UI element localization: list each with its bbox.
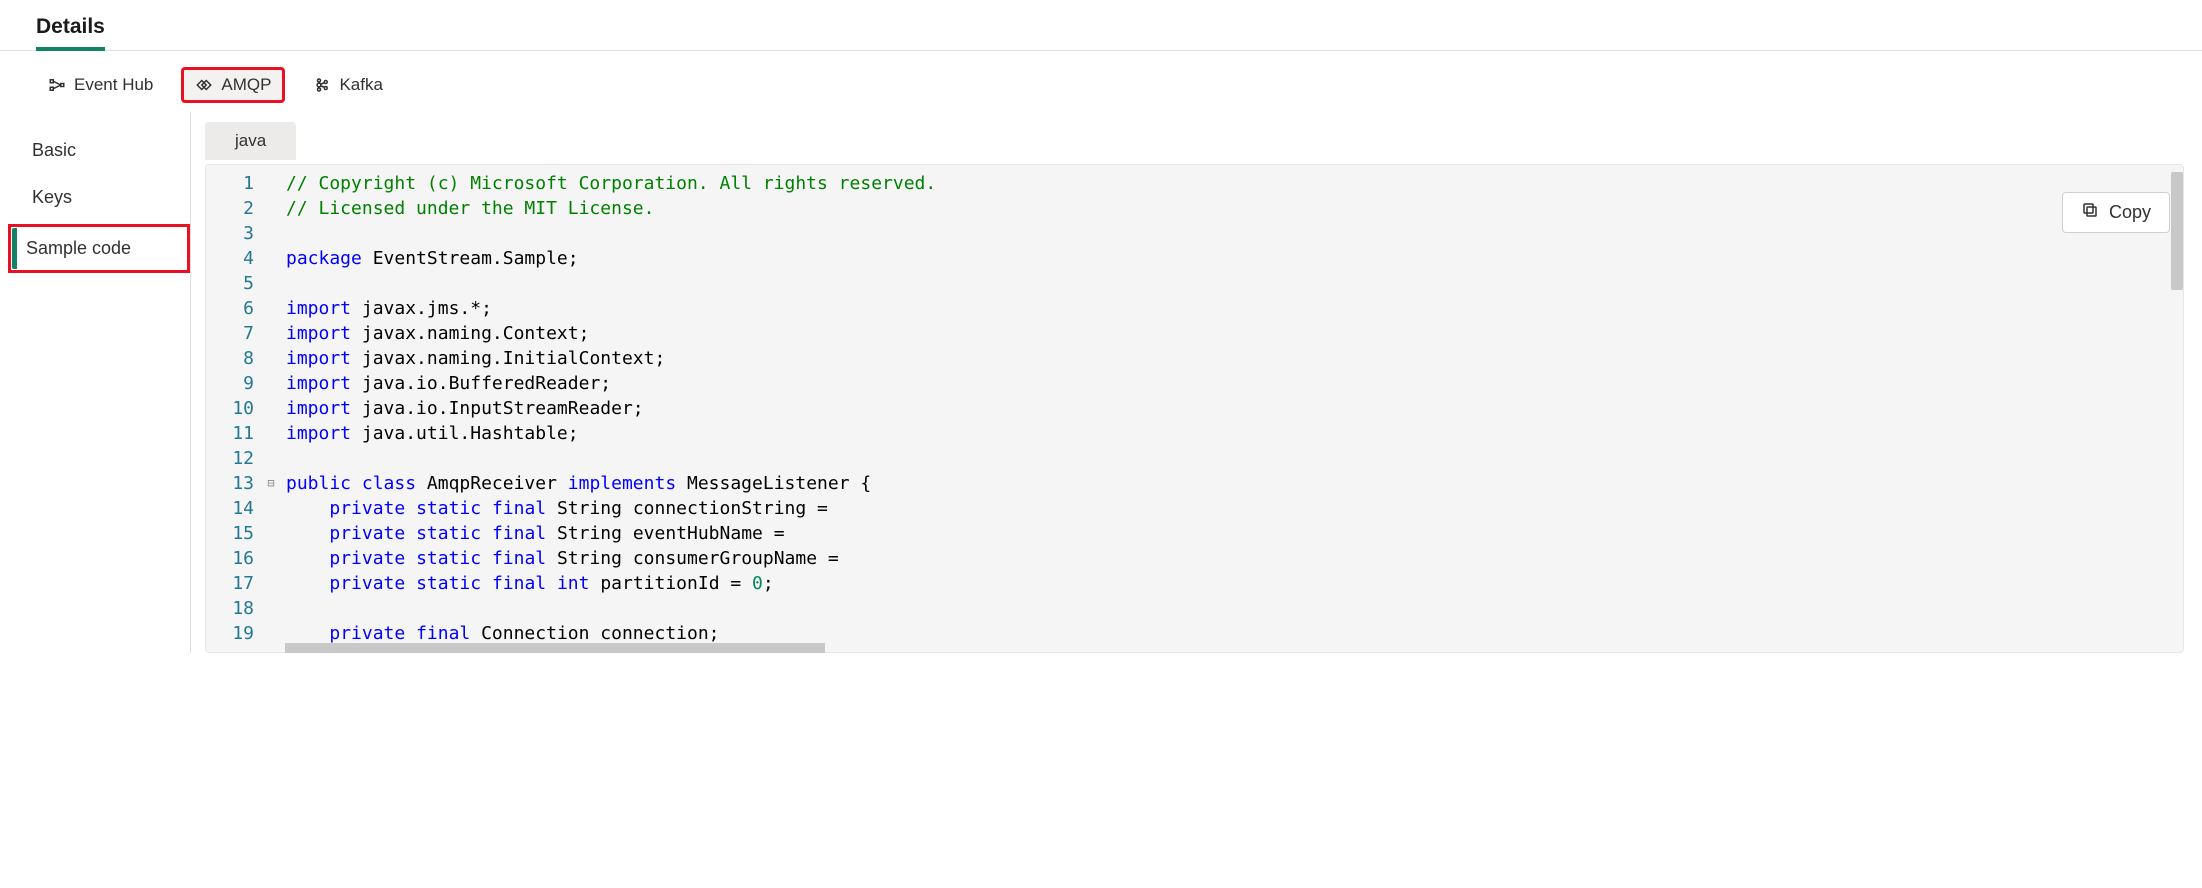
code-line <box>286 271 2183 296</box>
sidebar-item-keys[interactable]: Keys <box>18 177 180 218</box>
vertical-scrollbar-thumb[interactable] <box>2171 172 2183 290</box>
code-line <box>286 596 2183 621</box>
sidebar-item-sample[interactable]: Sample code <box>12 228 186 269</box>
line-number: 12 <box>206 446 254 471</box>
line-number: 6 <box>206 296 254 321</box>
line-number: 2 <box>206 196 254 221</box>
line-number: 13 <box>206 471 254 496</box>
line-number: 14 <box>206 496 254 521</box>
protocol-tab-label: AMQP <box>221 75 271 95</box>
main-content: java Copy 12345678910111213141516171819 … <box>190 112 2202 653</box>
fold-indicator <box>262 621 280 646</box>
code-line: private static final String eventHubName… <box>286 521 2183 546</box>
line-number: 11 <box>206 421 254 446</box>
fold-indicator <box>262 546 280 571</box>
fold-indicator <box>262 221 280 246</box>
fold-indicator <box>262 246 280 271</box>
horizontal-scrollbar-track[interactable] <box>285 643 825 653</box>
code-line: private static final String connectionSt… <box>286 496 2183 521</box>
protocol-tab-label: Kafka <box>339 75 382 95</box>
code-editor[interactable]: 12345678910111213141516171819 ⊟ // Copyr… <box>205 164 2184 653</box>
line-number: 19 <box>206 621 254 646</box>
fold-gutter: ⊟ <box>262 165 280 652</box>
fold-indicator <box>262 521 280 546</box>
line-number: 9 <box>206 371 254 396</box>
copy-button[interactable]: Copy <box>2062 192 2170 233</box>
code-line <box>286 221 2183 246</box>
code-line: private static final String consumerGrou… <box>286 546 2183 571</box>
line-number: 4 <box>206 246 254 271</box>
amqp-icon <box>195 76 213 94</box>
copy-button-label: Copy <box>2109 202 2151 223</box>
code-line: import javax.jms.*; <box>286 296 2183 321</box>
code-line <box>286 446 2183 471</box>
line-number-gutter: 12345678910111213141516171819 <box>206 165 262 652</box>
code-line: import javax.naming.Context; <box>286 321 2183 346</box>
sidebar-nav: Basic Keys Sample code <box>0 112 190 653</box>
line-number: 18 <box>206 596 254 621</box>
fold-indicator <box>262 446 280 471</box>
horizontal-scrollbar-thumb[interactable] <box>285 643 825 653</box>
code-line: public class AmqpReceiver implements Mes… <box>286 471 2183 496</box>
fold-indicator <box>262 596 280 621</box>
fold-indicator <box>262 296 280 321</box>
code-content[interactable]: // Copyright (c) Microsoft Corporation. … <box>280 165 2183 652</box>
fold-indicator <box>262 371 280 396</box>
fold-indicator <box>262 171 280 196</box>
kafka-icon <box>313 76 331 94</box>
eventhub-icon <box>48 76 66 94</box>
fold-indicator <box>262 421 280 446</box>
line-number: 1 <box>206 171 254 196</box>
line-number: 7 <box>206 321 254 346</box>
fold-indicator <box>262 321 280 346</box>
code-line: // Licensed under the MIT License. <box>286 196 2183 221</box>
protocol-tab-amqp[interactable]: AMQP <box>183 69 283 101</box>
details-header: Details <box>0 0 2202 51</box>
line-number: 10 <box>206 396 254 421</box>
fold-indicator[interactable]: ⊟ <box>262 471 280 496</box>
code-line: import java.io.BufferedReader; <box>286 371 2183 396</box>
protocol-tab-eventhub[interactable]: Event Hub <box>36 69 165 101</box>
line-number: 8 <box>206 346 254 371</box>
line-number: 17 <box>206 571 254 596</box>
language-tab-java[interactable]: java <box>205 122 296 160</box>
fold-indicator <box>262 346 280 371</box>
copy-icon <box>2081 201 2099 224</box>
fold-indicator <box>262 196 280 221</box>
code-line: import java.io.InputStreamReader; <box>286 396 2183 421</box>
protocol-tab-kafka[interactable]: Kafka <box>301 69 394 101</box>
fold-indicator <box>262 396 280 421</box>
fold-indicator <box>262 496 280 521</box>
fold-indicator <box>262 571 280 596</box>
code-line: // Copyright (c) Microsoft Corporation. … <box>286 171 2183 196</box>
details-tab[interactable]: Details <box>36 15 105 51</box>
sidebar-item-basic[interactable]: Basic <box>18 130 180 171</box>
protocol-tab-bar: Event Hub AMQP Kafka <box>0 51 2202 112</box>
fold-indicator <box>262 271 280 296</box>
language-tab-bar: java <box>205 122 2184 160</box>
line-number: 15 <box>206 521 254 546</box>
code-line: import javax.naming.InitialContext; <box>286 346 2183 371</box>
code-line: package EventStream.Sample; <box>286 246 2183 271</box>
line-number: 3 <box>206 221 254 246</box>
code-line: private static final int partitionId = 0… <box>286 571 2183 596</box>
line-number: 5 <box>206 271 254 296</box>
code-line: import java.util.Hashtable; <box>286 421 2183 446</box>
line-number: 16 <box>206 546 254 571</box>
protocol-tab-label: Event Hub <box>74 75 153 95</box>
